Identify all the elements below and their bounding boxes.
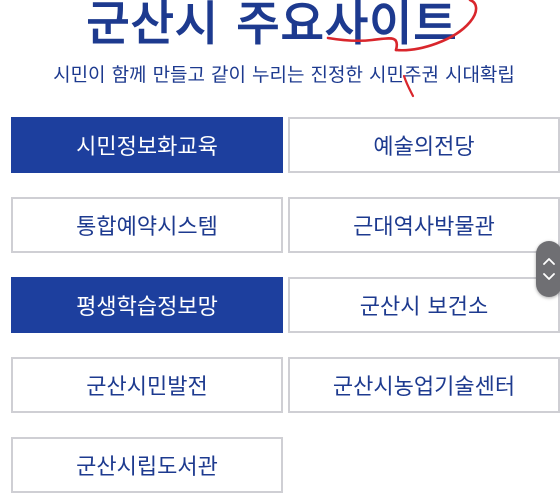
site-link-label: 군산시농업기술센터 bbox=[332, 375, 516, 400]
page-subtitle: 시민이 함께 만들고 같이 누리는 진정한 시민주권 시대확립 bbox=[53, 64, 515, 86]
chevron-down-icon[interactable] bbox=[543, 273, 555, 281]
chevron-up-icon[interactable] bbox=[543, 257, 555, 265]
site-link-agri-tech-center[interactable]: 군산시농업기술센터 bbox=[288, 357, 560, 413]
site-link-label: 근대역사박물관 bbox=[353, 215, 495, 240]
site-link-label: 예술의전당 bbox=[373, 135, 475, 160]
site-link-citizen-power[interactable]: 군산시민발전 bbox=[11, 357, 283, 413]
site-link-label: 평생학습정보망 bbox=[76, 295, 218, 320]
scroll-control[interactable] bbox=[536, 241, 560, 297]
site-link-health-center[interactable]: 군산시 보건소 bbox=[288, 277, 560, 333]
site-link-reservation-system[interactable]: 통합예약시스템 bbox=[11, 197, 283, 253]
site-link-citizen-it-education[interactable]: 시민정보화교육 bbox=[11, 117, 283, 173]
site-link-label: 시민정보화교육 bbox=[76, 135, 218, 160]
site-link-lifelong-learning[interactable]: 평생학습정보망 bbox=[11, 277, 283, 333]
site-link-city-library[interactable]: 군산시립도서관 bbox=[11, 437, 283, 493]
site-link-label: 군산시립도서관 bbox=[76, 455, 218, 480]
site-link-label: 통합예약시스템 bbox=[76, 215, 218, 240]
site-link-label: 군산시민발전 bbox=[86, 375, 208, 400]
page: 군산시 주요사이트 시민이 함께 만들고 같이 누리는 진정한 시민주권 시대확… bbox=[0, 0, 560, 497]
page-title: 군산시 주요사이트 bbox=[86, 0, 458, 52]
site-link-label: 군산시 보건소 bbox=[359, 295, 489, 320]
site-link-modern-history-museum[interactable]: 근대역사박물관 bbox=[288, 197, 560, 253]
site-link-arts-center[interactable]: 예술의전당 bbox=[288, 117, 560, 173]
